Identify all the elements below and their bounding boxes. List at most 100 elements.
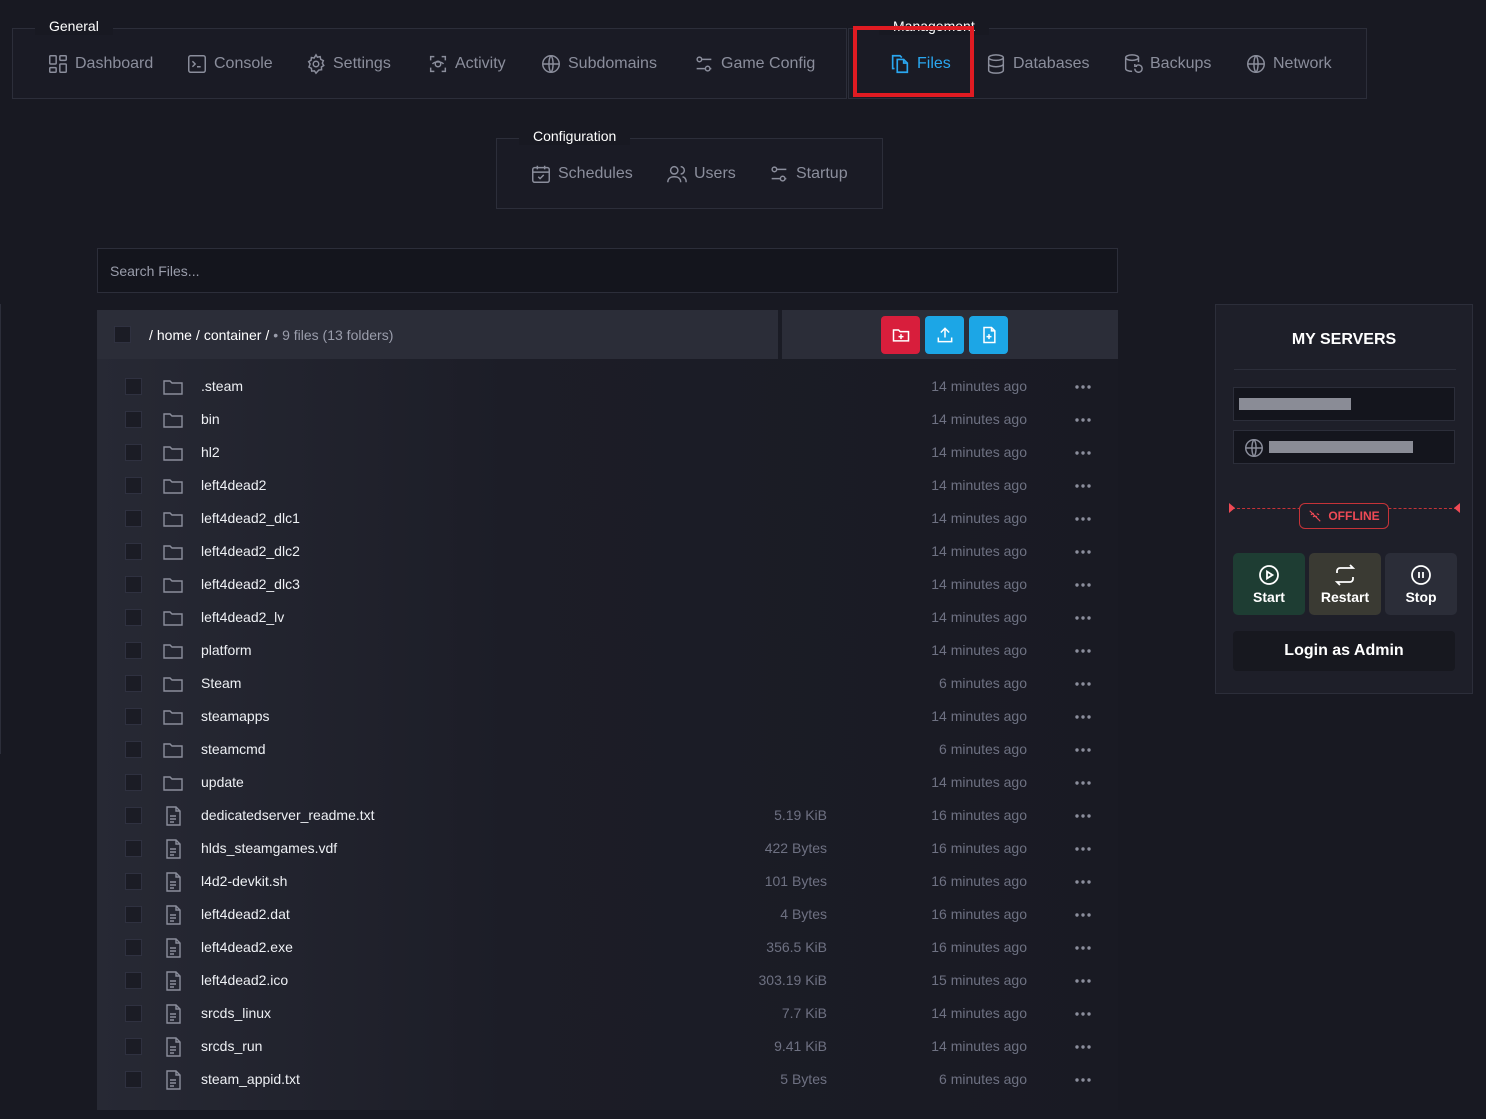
more-options-icon[interactable] [1074,672,1092,696]
file-name[interactable]: hl2 [201,444,220,460]
file-row[interactable]: hlds_steamgames.vdf 422 Bytes 16 minutes a… [97,832,1118,865]
file-name[interactable]: left4dead2_dlc2 [201,543,300,559]
more-options-icon[interactable] [1074,771,1092,795]
row-checkbox[interactable] [125,1005,142,1022]
file-name[interactable]: left4dead2.exe [201,939,293,955]
more-options-icon[interactable] [1074,1002,1092,1026]
select-all-checkbox[interactable] [114,326,131,343]
row-checkbox[interactable] [125,477,142,494]
file-name[interactable]: srcds_linux [201,1005,271,1021]
file-row[interactable]: l4d2-devkit.sh 101 Bytes 16 minutes ago [97,865,1118,898]
more-options-icon[interactable] [1074,375,1092,399]
file-row[interactable]: platform 14 minutes ago [97,634,1118,667]
file-row[interactable]: steamapps 14 minutes ago [97,700,1118,733]
file-row[interactable]: left4dead2_dlc3 14 minutes ago [97,568,1118,601]
more-options-icon[interactable] [1074,606,1092,630]
more-options-icon[interactable] [1074,507,1092,531]
more-options-icon[interactable] [1074,870,1092,894]
upload-button[interactable] [925,316,964,354]
server-name-field[interactable] [1233,387,1455,421]
more-options-icon[interactable] [1074,705,1092,729]
file-name[interactable]: left4dead2_dlc3 [201,576,300,592]
row-checkbox[interactable] [125,609,142,626]
start-button[interactable]: Start [1233,553,1305,615]
restart-button[interactable]: Restart [1309,553,1381,615]
row-checkbox[interactable] [125,1038,142,1055]
file-name[interactable]: bin [201,411,220,427]
file-name[interactable]: left4dead2_lv [201,609,284,625]
file-name[interactable]: dedicatedserver_readme.txt [201,807,375,823]
nav-item-files[interactable]: Files [889,53,951,75]
row-checkbox[interactable] [125,576,142,593]
stop-button[interactable]: Stop [1385,553,1457,615]
file-name[interactable]: hlds_steamgames.vdf [201,840,337,856]
file-name[interactable]: left4dead2 [201,477,266,493]
file-row[interactable]: .steam 14 minutes ago [97,370,1118,403]
file-name[interactable]: Steam [201,675,241,691]
file-name[interactable]: steamcmd [201,741,266,757]
file-name[interactable]: update [201,774,244,790]
more-options-icon[interactable] [1074,738,1092,762]
file-row[interactable]: left4dead2.dat 4 Bytes 16 minutes ago [97,898,1118,931]
file-name[interactable]: left4dead2.dat [201,906,290,922]
more-options-icon[interactable] [1074,573,1092,597]
file-row[interactable]: Steam 6 minutes ago [97,667,1118,700]
row-checkbox[interactable] [125,642,142,659]
row-checkbox[interactable] [125,972,142,989]
row-checkbox[interactable] [125,378,142,395]
nav-item-game-config[interactable]: Game Config [693,53,815,75]
more-options-icon[interactable] [1074,969,1092,993]
nav-item-databases[interactable]: Databases [985,53,1090,75]
nav-item-backups[interactable]: Backups [1122,53,1211,75]
more-options-icon[interactable] [1074,540,1092,564]
file-name[interactable]: left4dead2_dlc1 [201,510,300,526]
file-row[interactable]: update 14 minutes ago [97,766,1118,799]
row-checkbox[interactable] [125,807,142,824]
file-name[interactable]: .steam [201,378,243,394]
nav-item-activity[interactable]: Activity [427,53,506,75]
file-row[interactable]: srcds_run 9.41 KiB 14 minutes ago [97,1030,1118,1063]
more-options-icon[interactable] [1074,903,1092,927]
file-row[interactable]: dedicatedserver_readme.txt 5.19 KiB 16 min… [97,799,1118,832]
file-row[interactable]: srcds_linux 7.7 KiB 14 minutes ago [97,997,1118,1030]
nav-item-network[interactable]: Network [1245,53,1332,75]
row-checkbox[interactable] [125,741,142,758]
file-row[interactable]: left4dead2_lv 14 minutes ago [97,601,1118,634]
search-files-input[interactable] [97,248,1118,293]
file-row[interactable]: bin 14 minutes ago [97,403,1118,436]
more-options-icon[interactable] [1074,441,1092,465]
row-checkbox[interactable] [125,939,142,956]
file-name[interactable]: platform [201,642,252,658]
nav-item-schedules[interactable]: Schedules [530,163,633,185]
file-row[interactable]: left4dead2 14 minutes ago [97,469,1118,502]
login-as-admin-button[interactable]: Login as Admin [1233,631,1455,671]
row-checkbox[interactable] [125,906,142,923]
file-row[interactable]: steam_appid.txt 5 Bytes 6 minutes ago [97,1063,1118,1096]
row-checkbox[interactable] [125,840,142,857]
file-name[interactable]: steamapps [201,708,269,724]
more-options-icon[interactable] [1074,474,1092,498]
nav-item-users[interactable]: Users [666,163,736,185]
file-row[interactable]: left4dead2.exe 356.5 KiB 16 minutes ago [97,931,1118,964]
file-row[interactable]: left4dead2_dlc1 14 minutes ago [97,502,1118,535]
nav-item-startup[interactable]: Startup [768,163,848,185]
breadcrumb-home[interactable]: home [157,327,192,343]
nav-item-settings[interactable]: Settings [305,52,391,75]
breadcrumb-container[interactable]: container [204,327,262,343]
file-row[interactable]: left4dead2.ico 303.19 KiB 15 minutes ago [97,964,1118,997]
row-checkbox[interactable] [125,411,142,428]
new-folder-button[interactable] [881,316,920,354]
more-options-icon[interactable] [1074,1068,1092,1092]
file-name[interactable]: l4d2-devkit.sh [201,873,287,889]
new-file-button[interactable] [969,316,1008,354]
file-name[interactable]: left4dead2.ico [201,972,288,988]
more-options-icon[interactable] [1074,1035,1092,1059]
more-options-icon[interactable] [1074,837,1092,861]
row-checkbox[interactable] [125,774,142,791]
row-checkbox[interactable] [125,675,142,692]
row-checkbox[interactable] [125,873,142,890]
more-options-icon[interactable] [1074,936,1092,960]
row-checkbox[interactable] [125,444,142,461]
file-name[interactable]: srcds_run [201,1038,262,1054]
row-checkbox[interactable] [125,543,142,560]
